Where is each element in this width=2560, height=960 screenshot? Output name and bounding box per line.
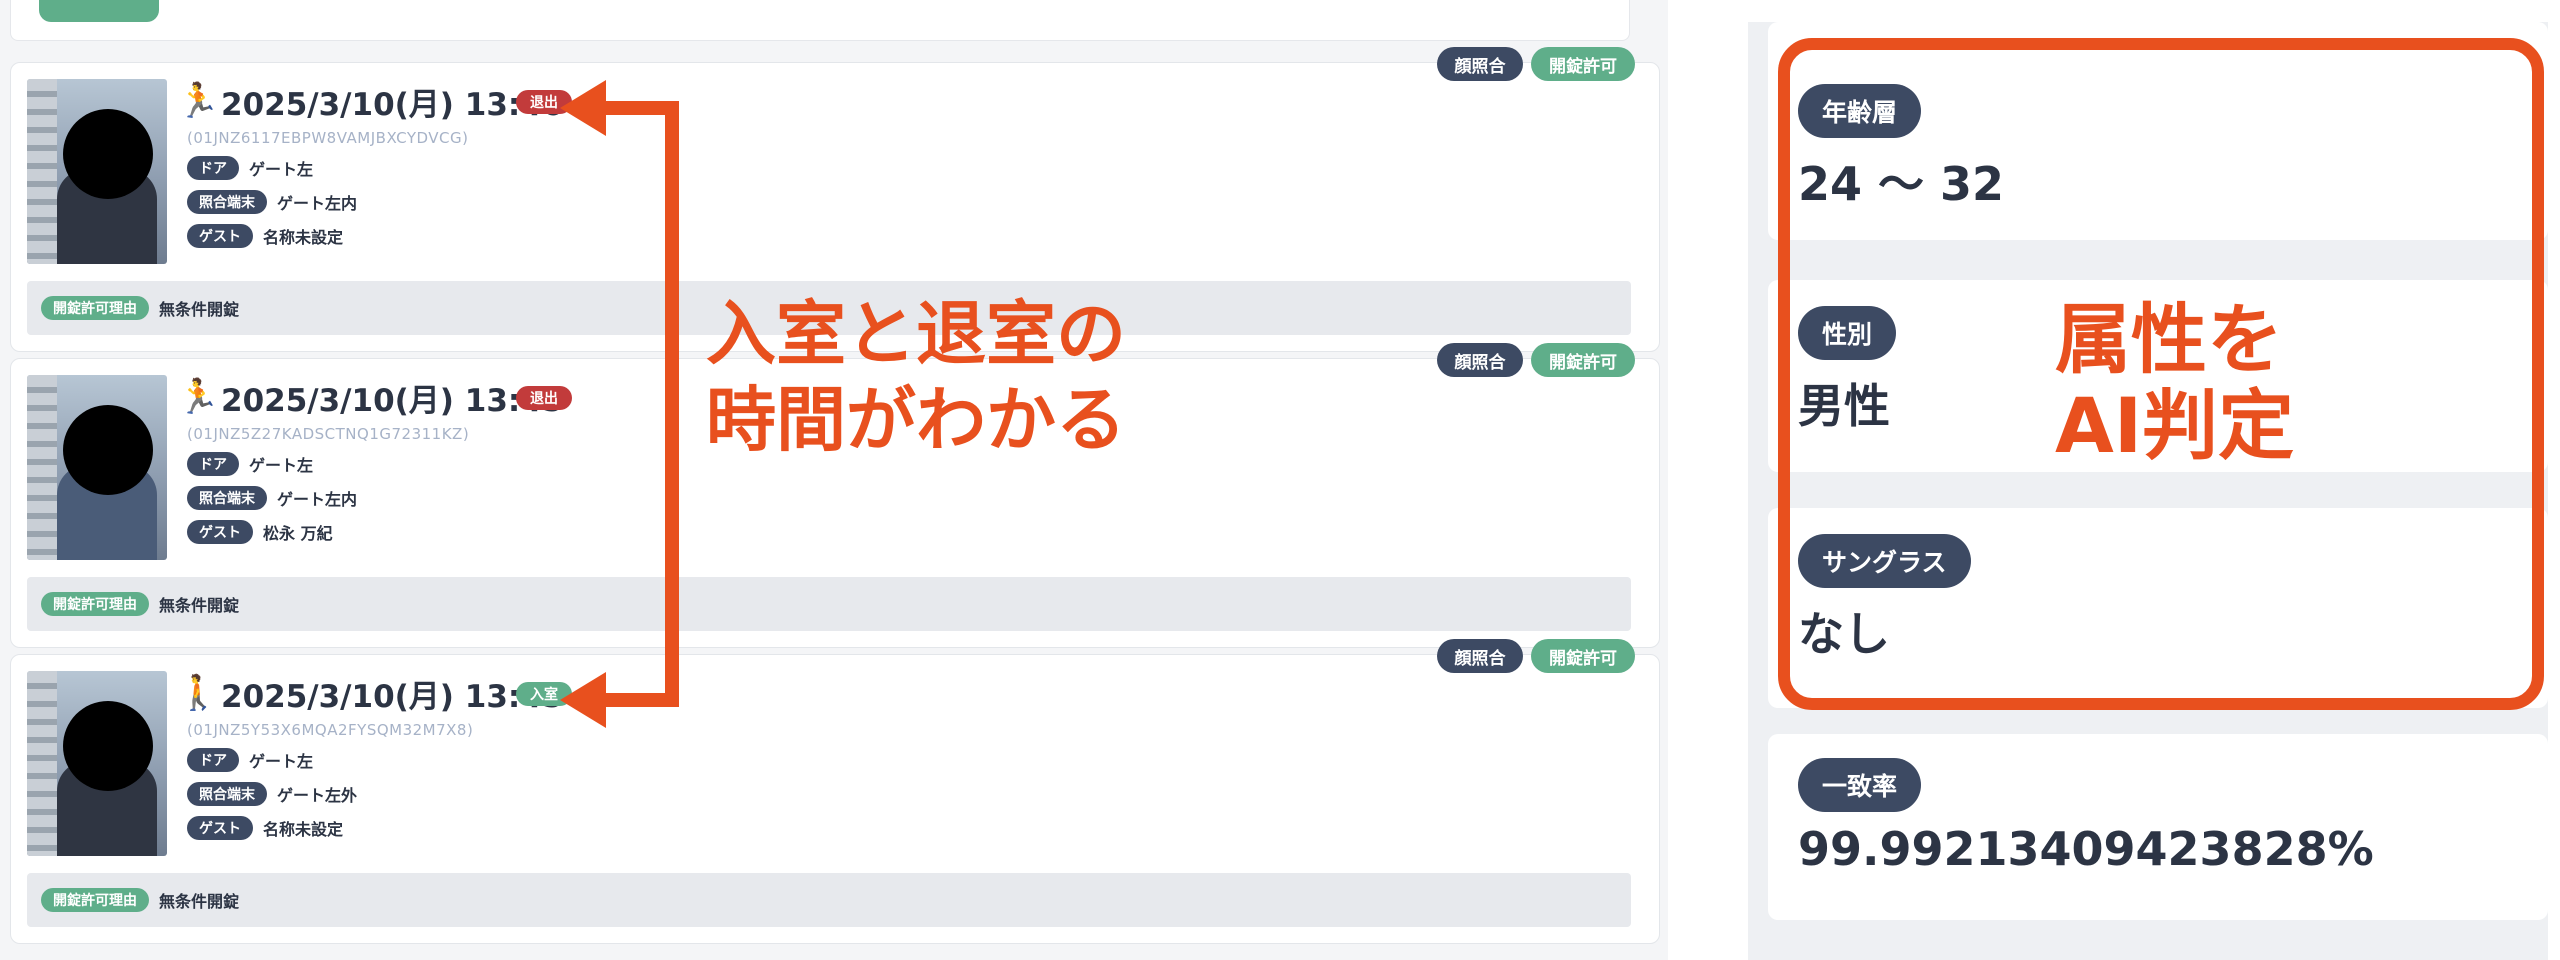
door-value: ゲート左 bbox=[249, 752, 314, 771]
unlock-reason-value: 無条件開錠 bbox=[159, 892, 240, 911]
exit-person-icon: 🏃 bbox=[177, 377, 220, 417]
info-row-guest: ゲスト 名称未設定 bbox=[187, 223, 343, 249]
photo-shelf bbox=[27, 375, 57, 560]
unlock-reason-value: 無条件開錠 bbox=[159, 300, 240, 319]
terminal-value: ゲート左内 bbox=[277, 194, 358, 213]
guest-value: 松永 万紀 bbox=[263, 524, 333, 543]
unlock-reason-label: 開錠許可理由 bbox=[41, 592, 149, 616]
arrowhead-top bbox=[560, 80, 606, 136]
unlock-reason-label: 開錠許可理由 bbox=[41, 888, 149, 912]
bracket-line bbox=[580, 101, 679, 707]
unlock-reason-bar: 開錠許可理由 無条件開錠 bbox=[27, 873, 1631, 927]
info-row-guest: ゲスト 松永 万紀 bbox=[187, 519, 333, 545]
terminal-label: 照合端末 bbox=[187, 782, 267, 806]
previous-log-card[interactable] bbox=[10, 0, 1630, 41]
match-rate-value: 99.99213409423828% bbox=[1798, 822, 2374, 876]
unlock-permitted-tag: 開錠許可 bbox=[1531, 47, 1635, 81]
exit-person-icon: 🏃 bbox=[177, 81, 220, 121]
door-label: ドア bbox=[187, 748, 239, 772]
info-row-door: ドア ゲート左 bbox=[187, 155, 313, 181]
photo-shelf bbox=[27, 79, 57, 264]
access-log-list: 顔照合 開錠許可 🏃 2025/3/10(月) 13:46 退出 (01JNZ6… bbox=[0, 0, 1668, 960]
unlock-permitted-tag: 開錠許可 bbox=[1531, 639, 1635, 673]
door-label: ドア bbox=[187, 452, 239, 476]
info-row-terminal: 照合端末 ゲート左内 bbox=[187, 189, 357, 215]
photo-head-mask bbox=[63, 405, 153, 495]
match-rate-label: 一致率 bbox=[1798, 758, 1922, 812]
match-rate-card: 一致率 99.99213409423828% bbox=[1768, 734, 2548, 920]
info-row-door: ドア ゲート左 bbox=[187, 451, 313, 477]
terminal-label: 照合端末 bbox=[187, 190, 267, 214]
arrowhead-bottom bbox=[560, 672, 606, 728]
log-uid: (01JNZ6117EBPW8VAMJBXCYDVCG) bbox=[187, 129, 469, 147]
photo-head-mask bbox=[63, 701, 153, 791]
photo-head-mask bbox=[63, 109, 153, 199]
annotation-timing-line2: 時間がわかる bbox=[706, 379, 1126, 461]
info-row-terminal: 照合端末 ゲート左外 bbox=[187, 781, 357, 807]
door-value: ゲート左 bbox=[249, 456, 314, 475]
info-row-guest: ゲスト 名称未設定 bbox=[187, 815, 343, 841]
guest-label: ゲスト bbox=[187, 520, 253, 544]
log-uid: (01JNZ5Y53X6MQA2FYSQM32M7X8) bbox=[187, 721, 474, 739]
previous-card-tag bbox=[39, 0, 159, 22]
log-uid: (01JNZ5Z27KADSCTNQ1G72311KZ) bbox=[187, 425, 470, 443]
unlock-reason-value: 無条件開錠 bbox=[159, 596, 240, 615]
annotation-attr-line2: AI判定 bbox=[2055, 381, 2295, 470]
guest-value: 名称未設定 bbox=[263, 228, 344, 247]
face-photo[interactable] bbox=[27, 375, 167, 560]
face-match-tag: 顔照合 bbox=[1437, 343, 1523, 377]
terminal-label: 照合端末 bbox=[187, 486, 267, 510]
door-value: ゲート左 bbox=[249, 160, 314, 179]
terminal-value: ゲート左内 bbox=[277, 490, 358, 509]
guest-value: 名称未設定 bbox=[263, 820, 344, 839]
face-photo[interactable] bbox=[27, 79, 167, 264]
log-datetime: 2025/3/10(月) 13:45 bbox=[221, 679, 564, 715]
face-photo[interactable] bbox=[27, 671, 167, 856]
photo-shelf bbox=[27, 671, 57, 856]
enter-person-icon: 🚶 bbox=[177, 673, 220, 713]
unlock-reason-label: 開錠許可理由 bbox=[41, 296, 149, 320]
guest-label: ゲスト bbox=[187, 224, 253, 248]
unlock-reason-bar: 開錠許可理由 無条件開錠 bbox=[27, 577, 1631, 631]
face-match-tag: 顔照合 bbox=[1437, 47, 1523, 81]
timing-bracket-arrow bbox=[560, 80, 679, 728]
unlock-permitted-tag: 開錠許可 bbox=[1531, 343, 1635, 377]
terminal-value: ゲート左外 bbox=[277, 786, 358, 805]
info-row-terminal: 照合端末 ゲート左内 bbox=[187, 485, 357, 511]
guest-label: ゲスト bbox=[187, 816, 253, 840]
info-row-door: ドア ゲート左 bbox=[187, 747, 313, 773]
log-datetime: 2025/3/10(月) 13:46 bbox=[221, 87, 564, 123]
log-card[interactable]: 顔照合 開錠許可 🚶 2025/3/10(月) 13:45 入室 (01JNZ5… bbox=[10, 639, 1660, 944]
log-datetime: 2025/3/10(月) 13:45 bbox=[221, 383, 564, 419]
door-label: ドア bbox=[187, 156, 239, 180]
face-match-tag: 顔照合 bbox=[1437, 639, 1523, 673]
